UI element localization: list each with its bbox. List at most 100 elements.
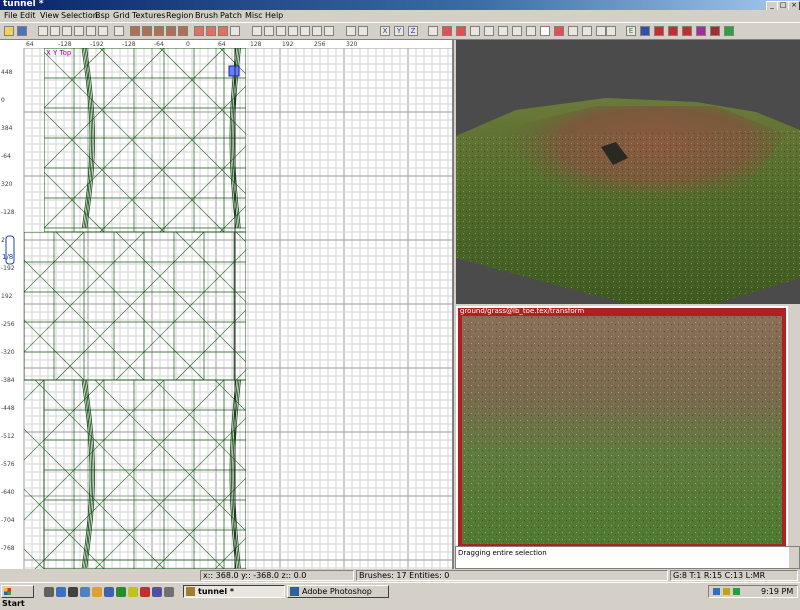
grid-canvas[interactable]: 64 -128 -192 -128 -64 0 64 128 192 256 3204480384-… — [0, 40, 452, 569]
y-ruler-tick: -64 — [1, 153, 11, 160]
menu-edit[interactable]: Edit — [20, 11, 36, 20]
cubic-clip-icon[interactable] — [312, 26, 322, 36]
camera-icon[interactable] — [230, 26, 240, 36]
show-entities-icon[interactable] — [218, 26, 228, 36]
free-rotate-icon[interactable] — [300, 26, 310, 36]
quicklaunch-media-icon[interactable] — [116, 587, 126, 597]
patch-bend-icon[interactable] — [456, 26, 466, 36]
patch-drill-icon[interactable] — [512, 26, 522, 36]
volume-icon[interactable] — [723, 588, 730, 595]
quicklaunch-explorer-icon[interactable] — [80, 587, 90, 597]
compile-icon[interactable] — [682, 26, 692, 36]
tools-icon[interactable] — [696, 26, 706, 36]
menu-help[interactable]: Help — [265, 11, 283, 20]
light-icon[interactable] — [668, 26, 678, 36]
clock[interactable]: 9:19 PM — [761, 586, 793, 597]
windows-taskbar: Start tunnel * Adobe Photoshop 9:19 PM — [0, 582, 800, 608]
entity-inspector-icon[interactable]: E — [626, 26, 636, 36]
rotate-lock-icon[interactable] — [276, 26, 286, 36]
quicklaunch-show-desktop-icon[interactable] — [44, 587, 54, 597]
quicklaunch-cd-icon[interactable] — [128, 587, 138, 597]
select-complete-icon[interactable] — [428, 26, 438, 36]
rotate-y-icon[interactable] — [74, 26, 84, 36]
vertex-icon[interactable] — [526, 26, 536, 36]
texture-scrollbar[interactable] — [788, 306, 800, 546]
patch-delete-icon[interactable] — [484, 26, 494, 36]
curve-icon[interactable] — [540, 26, 550, 36]
view-change-icon[interactable] — [252, 26, 262, 36]
clipper-icon[interactable] — [194, 26, 204, 36]
camera-view[interactable] — [456, 40, 800, 304]
terrain-texture-noise — [456, 130, 800, 304]
open-icon[interactable] — [4, 26, 14, 36]
menu-patch[interactable]: Patch — [220, 11, 242, 20]
photoshop-icon — [290, 587, 299, 596]
rotate-z-icon[interactable] — [98, 26, 108, 36]
console-panel[interactable]: Dragging entire selection — [455, 546, 800, 569]
menu-bsp[interactable]: Bsp — [95, 11, 110, 20]
show-patches-icon[interactable] — [206, 26, 216, 36]
taskbar-button-photoshop[interactable]: Adobe Photoshop — [287, 585, 389, 598]
quicklaunch-app3-icon[interactable] — [164, 587, 174, 597]
texture-fit-icon[interactable] — [606, 26, 616, 36]
script-icon[interactable] — [654, 26, 664, 36]
brush-tool-icon[interactable] — [114, 26, 124, 36]
grid-view-xy-top[interactable]: 64 -128 -192 -128 -64 0 64 128 192 256 320 448 0 384-… — [0, 40, 454, 569]
x-ruler-tick: 128 — [250, 41, 262, 48]
status-bar: x:: 368.0 y:: -368.0 z:: 0.0 Brushes: 17… — [0, 569, 800, 582]
patch-thicken-icon[interactable] — [596, 26, 606, 36]
texture-canvas[interactable] — [456, 306, 800, 546]
flip-x-icon[interactable] — [38, 26, 48, 36]
carve-icon[interactable] — [166, 26, 176, 36]
menu-textures[interactable]: Textures — [132, 11, 165, 20]
quicklaunch-folder-icon[interactable] — [92, 587, 102, 597]
texture-lock-icon[interactable] — [264, 26, 274, 36]
download-icon[interactable] — [724, 26, 734, 36]
quicklaunch-app-icon[interactable] — [140, 587, 150, 597]
taskbar-button-tunnel[interactable]: tunnel * — [183, 585, 285, 598]
x-ruler-tick: -128 — [122, 41, 136, 48]
axis-y-icon[interactable]: Y — [394, 26, 404, 36]
patch-cycle-icon[interactable] — [582, 26, 592, 36]
select-touching-icon[interactable] — [178, 26, 188, 36]
y-ruler-tick: -128 — [1, 209, 15, 216]
menu-misc[interactable]: Misc — [245, 11, 263, 20]
scale-icon[interactable] — [288, 26, 298, 36]
camera-canvas[interactable] — [456, 40, 800, 304]
patch-weld-icon[interactable] — [498, 26, 508, 36]
rotate-x-icon[interactable] — [50, 26, 60, 36]
select-inside-icon[interactable] — [442, 26, 452, 36]
lock-icon[interactable] — [568, 26, 578, 36]
console-scrollbar[interactable] — [789, 547, 799, 568]
axis-z-icon[interactable]: Z — [408, 26, 418, 36]
menu-view[interactable]: View — [40, 11, 59, 20]
save-icon[interactable] — [17, 26, 27, 36]
shader-icon[interactable] — [640, 26, 650, 36]
tray-app-icon[interactable] — [733, 588, 740, 595]
entity-list-icon[interactable] — [324, 26, 334, 36]
menu-selection[interactable]: Selection — [61, 11, 98, 20]
quicklaunch-outlook-icon[interactable] — [104, 587, 114, 597]
menu-brush[interactable]: Brush — [195, 11, 218, 20]
menu-file[interactable]: File — [4, 11, 17, 20]
refresh-icon[interactable] — [346, 26, 356, 36]
menu-region[interactable]: Region — [166, 11, 193, 20]
flip-y-icon[interactable] — [62, 26, 72, 36]
axis-x-icon[interactable]: X — [380, 26, 390, 36]
quicklaunch-app2-icon[interactable] — [152, 587, 162, 597]
patch-icon[interactable] — [358, 26, 368, 36]
texture-browser[interactable]: ground/grass@lb_toe.tex/transform — [456, 306, 800, 546]
patch-cap-icon[interactable] — [554, 26, 564, 36]
start-button[interactable]: Start — [1, 585, 34, 608]
map-icon[interactable] — [710, 26, 720, 36]
quicklaunch-console-icon[interactable] — [68, 587, 78, 597]
network-icon[interactable] — [713, 588, 720, 595]
csg-subtract-icon[interactable] — [130, 26, 140, 36]
patch-insert-icon[interactable] — [470, 26, 480, 36]
csg-merge-icon[interactable] — [142, 26, 152, 36]
system-tray: 9:19 PM — [708, 585, 798, 598]
quicklaunch-ie-icon[interactable] — [56, 587, 66, 597]
flip-z-icon[interactable] — [86, 26, 96, 36]
hollow-icon[interactable] — [154, 26, 164, 36]
menu-grid[interactable]: Grid — [113, 11, 130, 20]
